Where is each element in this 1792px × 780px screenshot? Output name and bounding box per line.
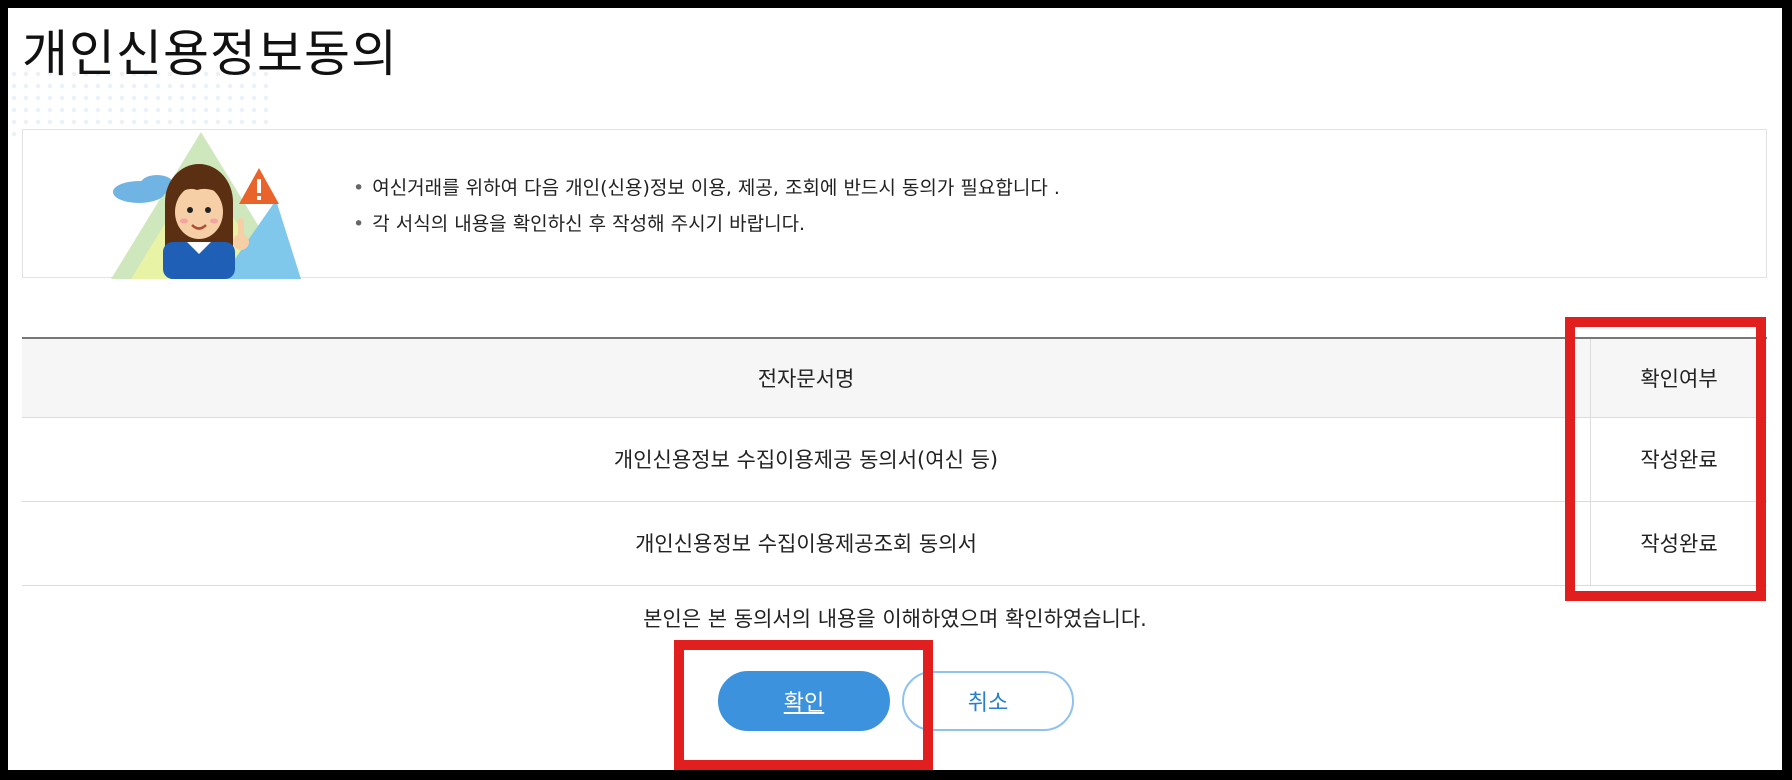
document-name[interactable]: 개인신용정보 수집이용제공 동의서(여신 등) (22, 417, 1591, 501)
header-status: 확인여부 (1590, 338, 1767, 418)
page-title: 개인신용정보동의 (22, 25, 398, 83)
screen: 개인신용정보동의 • 여신거래를 위하여 다음 개인(신용)정보 이용, 제공,… (8, 8, 1782, 770)
table-header-row: 전자문서명 확인여부 (22, 338, 1767, 418)
notice-box: • 여신거래를 위하여 다음 개인(신용)정보 이용, 제공, 조회에 반드시 동… (22, 129, 1767, 279)
bullet: • (353, 177, 365, 199)
notice-line-text: 각 서식의 내용을 확인하신 후 작성해 주시기 바랍니다. (372, 213, 806, 235)
bullet: • (353, 213, 365, 235)
document-name[interactable]: 개인신용정보 수집이용제공조회 동의서 (22, 501, 1591, 585)
confirm-button[interactable]: 확인 (718, 671, 890, 731)
notice-line-text: 여신거래를 위하여 다음 개인(신용)정보 이용, 제공, 조회에 반드시 동의… (372, 177, 1060, 199)
notice-line: • 각 서식의 내용을 확인하신 후 작성해 주시기 바랍니다. (353, 206, 1060, 242)
confirmation-statement: 본인은 본 동의서의 내용을 이해하였으며 확인하였습니다. (643, 607, 1147, 631)
cancel-button[interactable]: 취소 (902, 671, 1074, 731)
notice-text: • 여신거래를 위하여 다음 개인(신용)정보 이용, 제공, 조회에 반드시 동… (353, 170, 1060, 242)
table-row: 개인신용정보 수집이용제공 동의서(여신 등) 작성완료 (22, 417, 1767, 501)
header-document-name: 전자문서명 (22, 338, 1591, 418)
document-status: 작성완료 (1590, 417, 1767, 501)
document-table: 전자문서명 확인여부 개인신용정보 수집이용제공 동의서(여신 등) 작성완료 … (22, 337, 1767, 586)
notice-line: • 여신거래를 위하여 다음 개인(신용)정보 이용, 제공, 조회에 반드시 동… (353, 170, 1060, 206)
table-row: 개인신용정보 수집이용제공조회 동의서 작성완료 (22, 501, 1767, 585)
document-status: 작성완료 (1590, 501, 1767, 585)
warning-icon (239, 168, 279, 204)
